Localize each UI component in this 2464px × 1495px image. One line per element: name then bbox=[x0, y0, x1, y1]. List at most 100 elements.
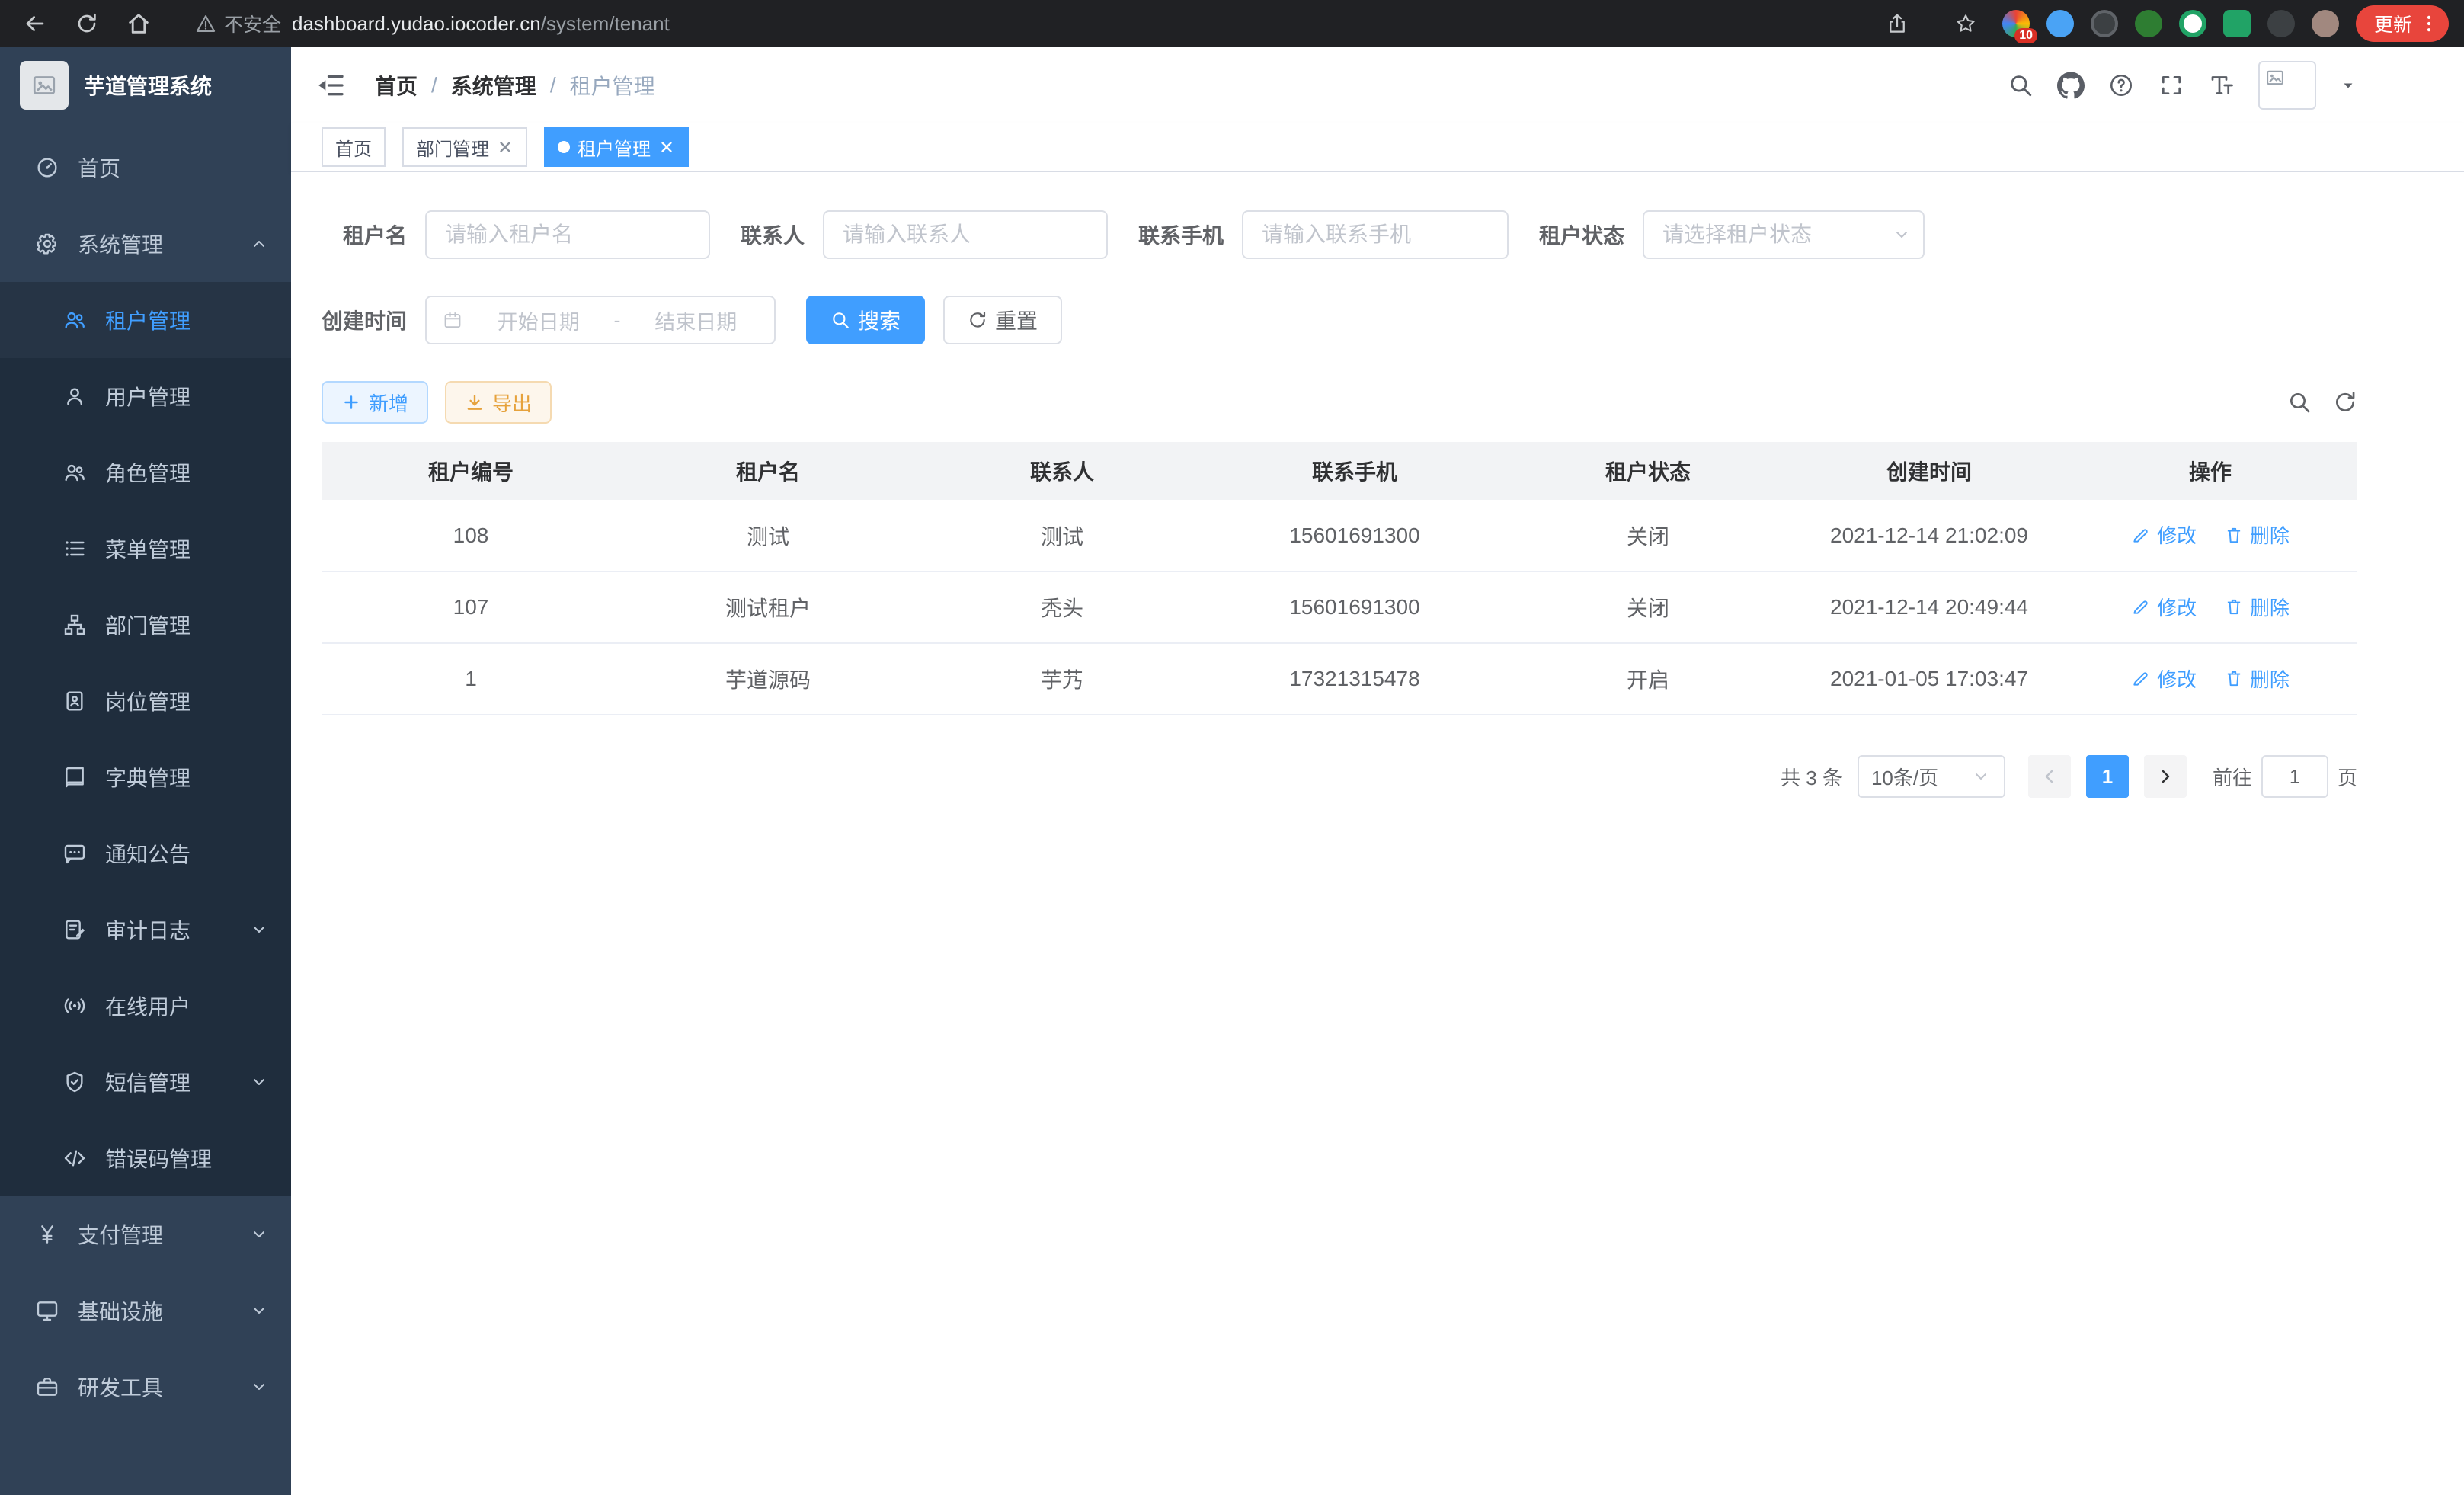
github-icon[interactable] bbox=[2057, 72, 2085, 99]
export-button[interactable]: 导出 bbox=[445, 381, 552, 424]
gear-icon bbox=[35, 232, 59, 256]
cell-tenant-id: 1 bbox=[322, 643, 620, 715]
create-time-label: 创建时间 bbox=[322, 305, 407, 335]
reset-button[interactable]: 重置 bbox=[943, 296, 1062, 344]
sidebar-item-sms-management[interactable]: 短信管理 bbox=[0, 1044, 291, 1120]
start-date-placeholder: 开始日期 bbox=[475, 306, 602, 335]
col-phone: 联系手机 bbox=[1208, 442, 1501, 500]
delete-link[interactable]: 删除 bbox=[2224, 593, 2290, 621]
download-icon bbox=[465, 392, 485, 412]
delete-link[interactable]: 删除 bbox=[2224, 520, 2290, 549]
browser-reload-button[interactable] bbox=[67, 4, 107, 43]
prev-page-button[interactable] bbox=[2028, 755, 2071, 798]
avatar-caret-down-icon[interactable] bbox=[2339, 76, 2357, 94]
browser-back-button[interactable] bbox=[15, 4, 55, 43]
sidebar-menu: 首页 系统管理 租户管理 用户管理 角色管理 bbox=[0, 123, 291, 1425]
toggle-search-icon[interactable] bbox=[2287, 390, 2312, 415]
security-indicator[interactable]: 不安全 bbox=[195, 10, 281, 37]
bookmark-star-button[interactable] bbox=[1946, 4, 1986, 43]
table-row: 107 测试租户 秃头 15601691300 关闭 2021-12-14 20… bbox=[322, 571, 2357, 643]
table-toolbar: 新增 导出 bbox=[322, 381, 2357, 424]
breadcrumb-home[interactable]: 首页 bbox=[375, 70, 418, 101]
sidebar-item-infrastructure[interactable]: 基础设施 bbox=[0, 1273, 291, 1349]
breadcrumb-system[interactable]: 系统管理 bbox=[451, 70, 536, 101]
tenant-name-input[interactable] bbox=[425, 210, 710, 259]
url-text: dashboard.yudao.iocoder.cn/system/tenant bbox=[292, 12, 670, 36]
calendar-icon bbox=[442, 309, 463, 331]
extension-icon-7[interactable] bbox=[2267, 10, 2295, 37]
contact-input[interactable] bbox=[823, 210, 1108, 259]
page-content: 租户名 联系人 联系手机 租户状态 bbox=[291, 172, 2464, 1495]
font-size-icon[interactable] bbox=[2208, 72, 2235, 99]
fullscreen-icon[interactable] bbox=[2158, 72, 2185, 99]
app-title: 芋道管理系统 bbox=[84, 70, 212, 101]
header-search-icon[interactable] bbox=[2007, 72, 2034, 99]
page-size-select[interactable]: 10条/页 bbox=[1858, 755, 2005, 798]
sidebar-collapse-button[interactable] bbox=[315, 69, 349, 102]
chrome-update-button[interactable]: 更新 bbox=[2356, 5, 2449, 42]
delete-link[interactable]: 删除 bbox=[2224, 664, 2290, 693]
cell-phone: 17321315478 bbox=[1208, 643, 1501, 715]
url-host: dashboard.yudao.iocoder.cn bbox=[292, 12, 541, 35]
edit-icon bbox=[2131, 525, 2151, 545]
page-number-1[interactable]: 1 bbox=[2086, 755, 2129, 798]
user-avatar[interactable] bbox=[2258, 61, 2316, 110]
sidebar-item-dict-management[interactable]: 字典管理 bbox=[0, 739, 291, 815]
sidebar-item-menu-management[interactable]: 菜单管理 bbox=[0, 511, 291, 587]
tab-tenant-management[interactable]: 租户管理 bbox=[544, 127, 689, 167]
tab-dept-management[interactable]: 部门管理 bbox=[402, 127, 527, 167]
extension-icon-5[interactable] bbox=[2179, 10, 2206, 37]
cell-contact: 测试 bbox=[916, 500, 1208, 571]
close-icon[interactable] bbox=[497, 139, 514, 155]
next-page-button[interactable] bbox=[2144, 755, 2187, 798]
search-button[interactable]: 搜索 bbox=[806, 296, 925, 344]
cell-actions: 修改 删除 bbox=[2063, 571, 2357, 643]
sidebar-item-notice[interactable]: 通知公告 bbox=[0, 815, 291, 892]
sidebar-item-home[interactable]: 首页 bbox=[0, 130, 291, 206]
extension-icon-2[interactable] bbox=[2046, 10, 2074, 37]
sidebar-item-audit-log[interactable]: 审计日志 bbox=[0, 892, 291, 968]
sidebar-item-role-management[interactable]: 角色管理 bbox=[0, 434, 291, 511]
edit-link[interactable]: 修改 bbox=[2131, 520, 2197, 549]
sidebar-item-system-management[interactable]: 系统管理 bbox=[0, 206, 291, 282]
sidebar-item-dept-management[interactable]: 部门管理 bbox=[0, 587, 291, 663]
col-created: 创建时间 bbox=[1795, 442, 2063, 500]
sidebar-item-dev-tools[interactable]: 研发工具 bbox=[0, 1349, 291, 1425]
cell-actions: 修改 删除 bbox=[2063, 643, 2357, 715]
sidebar-item-user-management[interactable]: 用户管理 bbox=[0, 358, 291, 434]
refresh-table-icon[interactable] bbox=[2333, 390, 2357, 415]
share-button[interactable] bbox=[1877, 4, 1917, 43]
breadcrumb-current: 租户管理 bbox=[570, 70, 655, 101]
address-bar[interactable]: 不安全 dashboard.yudao.iocoder.cn/system/te… bbox=[195, 10, 670, 37]
extension-icon-4[interactable] bbox=[2135, 10, 2162, 37]
add-button[interactable]: 新增 bbox=[322, 381, 428, 424]
edit-icon bbox=[2131, 668, 2151, 688]
status-select[interactable] bbox=[1643, 210, 1925, 259]
extension-icon-1[interactable]: 10 bbox=[2002, 10, 2030, 37]
goto-page-input[interactable] bbox=[2261, 755, 2328, 798]
help-icon[interactable] bbox=[2107, 72, 2135, 99]
browser-home-button[interactable] bbox=[119, 4, 158, 43]
sidebar-item-payment-management[interactable]: 支付管理 bbox=[0, 1196, 291, 1273]
goto-label: 前往 bbox=[2213, 763, 2252, 791]
badge-icon bbox=[62, 689, 87, 713]
sms-icon bbox=[62, 1070, 87, 1094]
edit-link[interactable]: 修改 bbox=[2131, 664, 2197, 693]
sidebar-item-error-code[interactable]: 错误码管理 bbox=[0, 1120, 291, 1196]
edit-link[interactable]: 修改 bbox=[2131, 593, 2197, 621]
app-logo-row: 芋道管理系统 bbox=[0, 47, 291, 123]
close-icon[interactable] bbox=[658, 139, 675, 155]
profile-avatar[interactable] bbox=[2312, 10, 2339, 37]
breadcrumb: 首页 / 系统管理 / 租户管理 bbox=[375, 70, 655, 101]
sidebar-item-post-management[interactable]: 岗位管理 bbox=[0, 663, 291, 739]
sidebar-item-online-users[interactable]: 在线用户 bbox=[0, 968, 291, 1044]
create-time-range-picker[interactable]: 开始日期 - 结束日期 bbox=[425, 296, 776, 344]
search-icon bbox=[830, 310, 850, 330]
sidebar-item-tenant-management[interactable]: 租户管理 bbox=[0, 282, 291, 358]
tab-home[interactable]: 首页 bbox=[322, 127, 386, 167]
cell-created: 2021-12-14 20:49:44 bbox=[1795, 571, 2063, 643]
phone-input[interactable] bbox=[1242, 210, 1509, 259]
extension-icon-6[interactable] bbox=[2223, 10, 2251, 37]
extension-icon-3[interactable] bbox=[2091, 10, 2118, 37]
status-select-input[interactable] bbox=[1643, 210, 1925, 259]
